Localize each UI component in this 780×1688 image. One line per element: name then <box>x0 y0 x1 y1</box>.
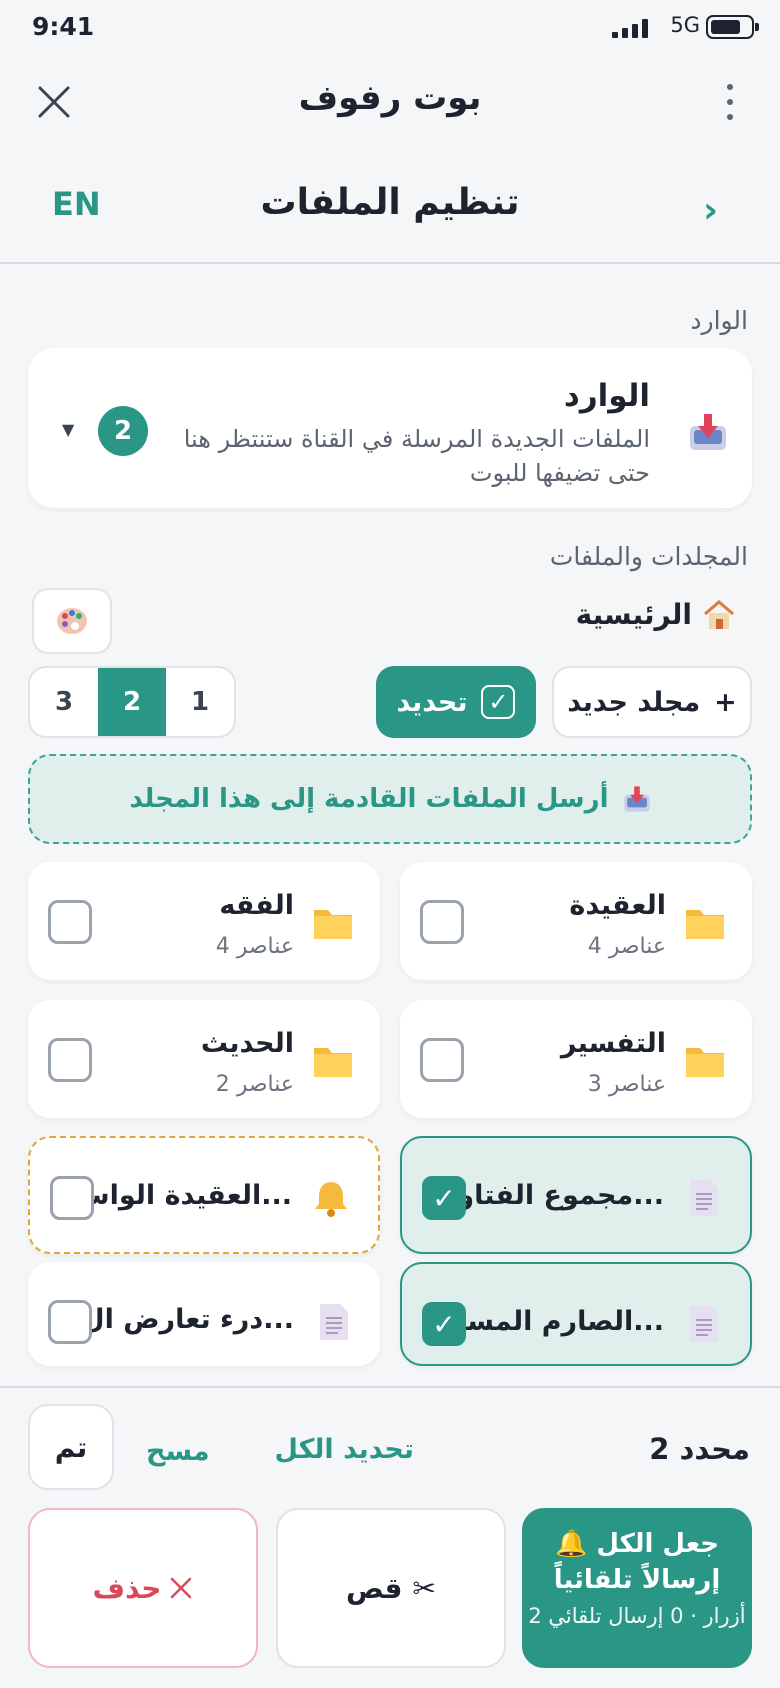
signal-icon <box>612 18 652 38</box>
network-label: 5G <box>670 13 700 37</box>
file-icon <box>690 1180 718 1216</box>
select-all-link[interactable]: تحديد الكل <box>274 1434 414 1465</box>
select-button[interactable]: تحديد ✓ <box>376 666 536 738</box>
more-menu-icon[interactable] <box>724 84 736 120</box>
cut-button[interactable]: قص ✂ <box>276 1508 506 1668</box>
item-count: 3 عناصر <box>587 1072 666 1097</box>
folder-tile[interactable]: الفقه 4 عناصر <box>28 862 380 980</box>
theme-palette-button[interactable] <box>32 588 112 654</box>
inbox-tray-icon <box>690 414 726 450</box>
bot-title: بوت رفوف <box>298 78 482 118</box>
done-button[interactable]: تم <box>28 1404 114 1490</box>
page-title: تنظيم الملفات <box>260 182 520 223</box>
auto-all-label: جعل الكل <box>596 1529 720 1559</box>
item-checkbox-checked[interactable]: ✓ <box>422 1176 466 1220</box>
send-here-label: أرسل الملفات القادمة إلى هذا المجلد <box>129 784 609 814</box>
delete-label: حذف <box>92 1571 162 1605</box>
item-name: الحديث <box>200 1028 294 1059</box>
back-chevron-icon[interactable]: › <box>703 190 718 231</box>
page-3[interactable]: 3 <box>30 668 98 736</box>
auto-send-file-tile[interactable]: العقيدة الواس... <box>28 1136 380 1254</box>
item-checkbox[interactable] <box>420 1038 464 1082</box>
scissors-icon: ✂ <box>412 1571 436 1605</box>
inbox-count-badge: 2 <box>98 406 148 456</box>
item-name: الصارم المسل... <box>443 1306 664 1337</box>
delete-button[interactable]: حذف <box>28 1508 258 1668</box>
new-folder-button[interactable]: مجلد جديد + <box>552 666 752 738</box>
file-tile[interactable]: درء تعارض ال... <box>28 1262 380 1366</box>
x-icon <box>171 1577 192 1599</box>
checkbox-icon: ✓ <box>481 685 516 719</box>
folder-icon <box>686 910 724 939</box>
folder-tile[interactable]: العقيدة 4 عناصر <box>400 862 752 980</box>
bell-icon <box>315 1182 347 1217</box>
bell-icon: 🔔 <box>554 1529 588 1559</box>
file-tile[interactable]: الصارم المسل... ✓ <box>400 1262 752 1366</box>
new-folder-label: مجلد جديد <box>567 686 701 718</box>
item-checkbox[interactable] <box>50 1176 94 1220</box>
cut-label: قص <box>345 1571 403 1605</box>
inbox-description: الملفات الجديدة المرسلة في القناة ستنتظر… <box>183 425 650 487</box>
breadcrumb[interactable]: الرئيسية <box>576 598 736 631</box>
inbox-section-label: الوارد <box>690 306 748 335</box>
selected-count: 2 محدد <box>649 1432 750 1466</box>
folder-icon <box>314 910 352 939</box>
page-1[interactable]: 1 <box>166 668 234 736</box>
item-name: درء تعارض ال... <box>81 1304 294 1335</box>
item-count: 4 عناصر <box>215 934 294 959</box>
item-count: 4 عناصر <box>587 934 666 959</box>
auto-all-label-2: إرسالاً تلقائياً <box>553 1565 721 1595</box>
item-checkbox[interactable] <box>420 900 464 944</box>
file-icon <box>320 1304 348 1340</box>
item-name: الفقه <box>219 890 294 921</box>
item-checkbox[interactable] <box>48 900 92 944</box>
status-bar <box>0 0 780 54</box>
status-time: 9:41 <box>32 12 95 41</box>
folder-icon <box>314 1048 352 1077</box>
inbox-tray-icon <box>623 786 650 812</box>
clear-link[interactable]: مسح <box>146 1436 210 1467</box>
item-checkbox[interactable] <box>48 1038 92 1082</box>
item-name: مجموع الفتاو... <box>457 1180 664 1211</box>
folder-tile[interactable]: الحديث 2 عناصر <box>28 1000 380 1118</box>
pagination[interactable]: 3 2 1 <box>28 666 236 738</box>
file-icon <box>690 1306 718 1342</box>
select-label: تحديد <box>396 686 468 718</box>
item-name: العقيدة <box>569 890 666 921</box>
inbox-title: الوارد <box>563 378 650 414</box>
battery-icon <box>706 15 759 39</box>
folders-section-label: المجلدات والملفات <box>549 542 748 571</box>
send-here-button[interactable]: أرسل الملفات القادمة إلى هذا المجلد <box>28 754 752 844</box>
item-name: التفسير <box>560 1028 666 1059</box>
palette-icon <box>57 608 87 634</box>
item-checkbox[interactable] <box>48 1300 92 1344</box>
folder-tile[interactable]: التفسير 3 عناصر <box>400 1000 752 1118</box>
plus-icon: + <box>714 686 737 718</box>
make-all-auto-send-button[interactable]: 🔔 جعل الكل إرسالاً تلقائياً 2 أزرار · 0 … <box>522 1508 752 1668</box>
item-name: العقيدة الواس... <box>72 1180 292 1211</box>
item-count: 2 عناصر <box>215 1072 294 1097</box>
page-2[interactable]: 2 <box>98 668 166 736</box>
house-icon <box>704 599 734 629</box>
folder-icon <box>686 1048 724 1077</box>
auto-all-subtitle: 2 أزرار · 0 إرسال تلقائي <box>528 1604 746 1628</box>
item-checkbox-checked[interactable]: ✓ <box>422 1302 466 1346</box>
file-tile[interactable]: مجموع الفتاو... ✓ <box>400 1136 752 1254</box>
dropdown-caret-icon[interactable]: ▼ <box>62 420 74 439</box>
home-label: الرئيسية <box>575 598 692 631</box>
